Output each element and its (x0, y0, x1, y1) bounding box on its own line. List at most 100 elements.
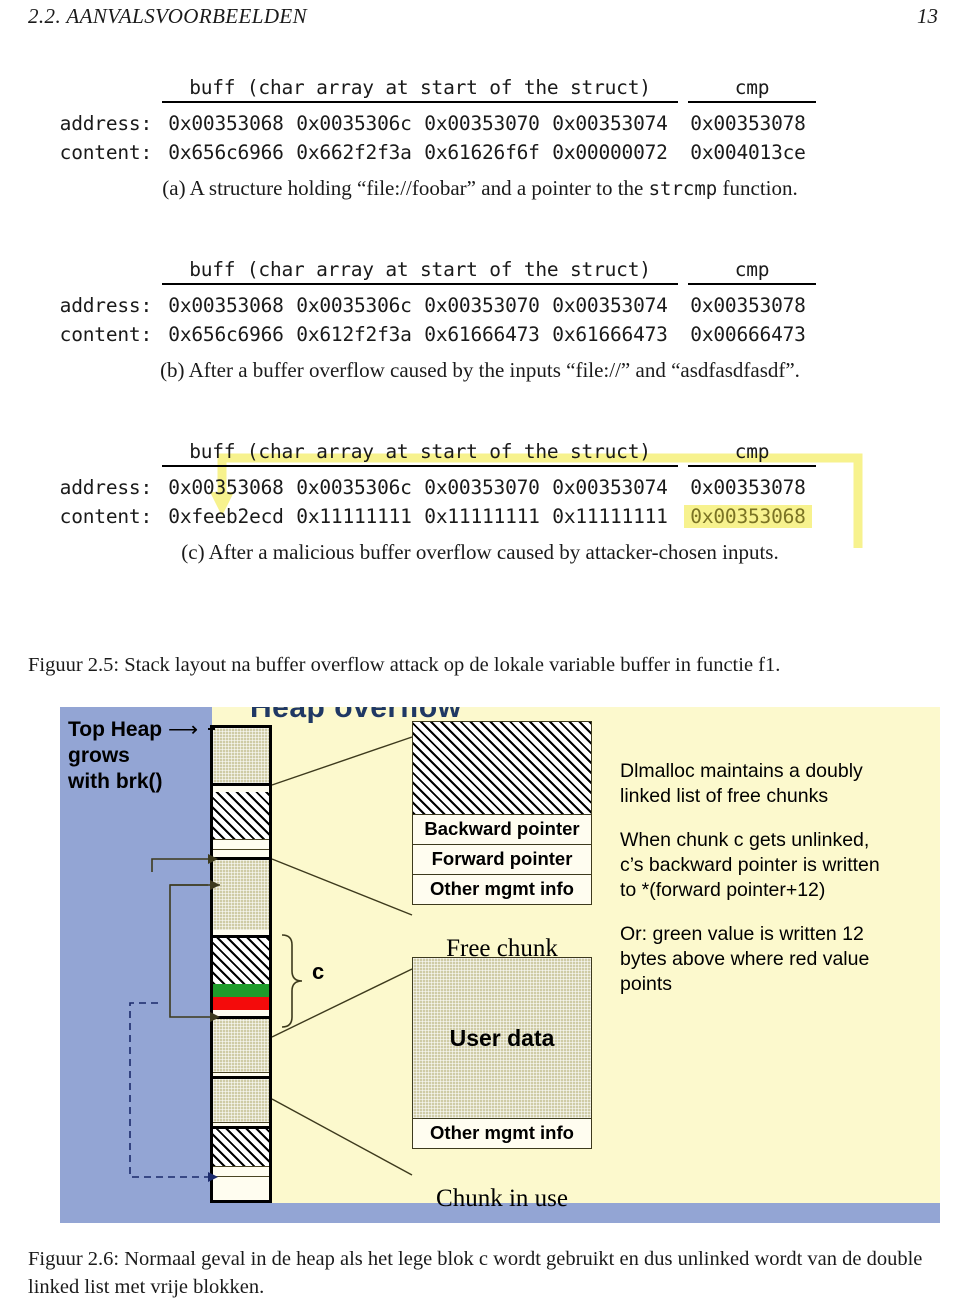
content-cell-cmp-highlighted: 0x00353068 (684, 505, 812, 528)
column-header-buff-a: buff (char array at start of the struct) (162, 76, 678, 103)
leader-line-inuse-bottom (271, 1098, 413, 1176)
subcaption-a-post: function. (717, 176, 798, 200)
inuse-chunk-userdata-area: User data (413, 958, 591, 1119)
content-cell: 0x612f2f3a (296, 323, 412, 346)
header-gap-c (678, 440, 688, 470)
address-cell: 0x0035306c (296, 112, 412, 135)
explanation-paragraph-1: Dlmalloc maintains a doubly linked list … (620, 760, 863, 807)
heap-block-red-forward-pointer (213, 997, 269, 1010)
heap-block-hatched (213, 1129, 269, 1167)
content-cell: 0x662f2f3a (296, 141, 412, 164)
inuse-chunk-userdata-label: User data (449, 1024, 555, 1051)
column-header-cmp-b: cmp (688, 258, 816, 285)
figure-2-6-slide: Heap overflow Top Heap ⟶ grows with brk(… (60, 707, 940, 1223)
top-heap-line2: grows (68, 744, 130, 768)
column-header-cmp-a: cmp (688, 76, 816, 103)
heap-block-userdata (213, 1019, 269, 1073)
running-section-title: 2.2. AANVALSVOORBEELDEN (28, 4, 308, 28)
subcaption-a-mono: strcmp (648, 178, 718, 200)
heap-block-ptr-slot (213, 1177, 269, 1187)
leader-line-free-top (271, 736, 413, 786)
content-cell: 0x00000072 (552, 141, 668, 164)
heap-block-userdata (213, 1079, 269, 1123)
subcaption-b: (b) After a buffer overflow caused by th… (0, 358, 960, 383)
address-cell: 0x00353068 (168, 112, 284, 135)
inuse-chunk-caption: Chunk in use (436, 1185, 568, 1212)
memory-panel-a: buff (char array at start of the struct)… (0, 76, 960, 201)
address-cell: 0x00353070 (424, 476, 540, 499)
free-chunk-hatched-area (413, 722, 591, 815)
figure-2-6-caption: Figuur 2.6: Normaal geval in de heap als… (28, 1248, 923, 1298)
heap-block-mgmt (213, 930, 269, 938)
slide-explanation-panel: Dlmalloc maintains a doubly linked list … (620, 759, 882, 1016)
memory-panel-c: buff (char array at start of the struct)… (0, 440, 960, 565)
column-header-buff-c: buff (char array at start of the struct) (162, 440, 678, 467)
address-cell: 0x00353074 (552, 112, 668, 135)
heap-block-userdata (213, 728, 269, 786)
row-label-address-b: address: (59, 294, 153, 317)
address-cell-cmp: 0x00353078 (690, 112, 806, 135)
content-cell-cmp: 0x004013ce (690, 141, 806, 164)
leader-line-inuse-top (271, 968, 413, 1038)
top-heap-line1: Top Heap (68, 718, 163, 741)
figure-2-5: buff (char array at start of the struct)… (0, 62, 960, 622)
content-cell: 0x61626f6f (424, 141, 540, 164)
heap-block-ptr-slot (213, 850, 269, 860)
free-chunk-diagram: Backward pointer Forward pointer Other m… (412, 721, 592, 905)
memory-panel-b: buff (char array at start of the struct)… (0, 258, 960, 383)
free-chunk-field-forward-pointer: Forward pointer (413, 845, 591, 875)
subcaption-a: (a) A structure holding “file://foobar” … (0, 176, 960, 201)
inuse-chunk-diagram: User data Other mgmt info (412, 957, 592, 1149)
row-label-content-b: content: (59, 323, 153, 346)
table-header-row-b: buff (char array at start of the struct)… (0, 258, 960, 288)
heap-block-green-backward-pointer (213, 984, 269, 997)
address-cell-cmp: 0x00353078 (690, 476, 806, 499)
address-row-c: address: 0x00353068 0x0035306c 0x0035307… (0, 476, 960, 499)
explanation-paragraph-2: When chunk c gets unlinked, c’s backward… (620, 828, 880, 901)
heap-block-ptr-slot (213, 1167, 269, 1177)
memory-table-c: buff (char array at start of the struct)… (0, 440, 960, 528)
subcaption-a-text: (a) A structure holding “file://foobar” … (162, 176, 649, 200)
free-chunk-field-backward-pointer: Backward pointer (413, 815, 591, 845)
column-header-cmp-c: cmp (688, 440, 816, 467)
chunk-c-label: c (312, 959, 325, 984)
figure-2-5-caption: Figuur 2.5: Stack layout na buffer overf… (28, 654, 781, 676)
content-cell-cmp: 0x00666473 (690, 323, 806, 346)
heap-block-c-mgmt (213, 1010, 269, 1019)
content-cell: 0x11111111 (296, 505, 412, 528)
content-cell: 0x656c6966 (168, 141, 284, 164)
address-cell: 0x0035306c (296, 476, 412, 499)
heap-block-c-hatched (213, 938, 269, 984)
right-arrow-icon: ⟶ (167, 718, 199, 741)
column-header-buff-b: buff (char array at start of the struct) (162, 258, 678, 285)
address-cell: 0x00353070 (424, 112, 540, 135)
address-cell: 0x00353074 (552, 476, 668, 499)
address-cell: 0x00353074 (552, 294, 668, 317)
content-row-b: content: 0x656c6966 0x612f2f3a 0x6166647… (0, 323, 960, 346)
heap-memory-column (210, 725, 272, 1203)
header-gap-a (678, 76, 688, 106)
page-header: 2.2. AANVALSVOORBEELDEN 13 (28, 4, 938, 34)
content-cell: 0x61666473 (552, 323, 668, 346)
memory-table-a: buff (char array at start of the struct)… (0, 76, 960, 164)
free-chunk-field-other-mgmt: Other mgmt info (430, 878, 574, 899)
subcaption-c: (c) After a malicious buffer overflow ca… (0, 540, 960, 565)
explanation-paragraph-3: Or: green value is written 12 bytes abov… (620, 922, 870, 995)
row-label-content-a: content: (59, 141, 153, 164)
address-cell: 0x0035306c (296, 294, 412, 317)
row-label-address-a: address: (59, 112, 153, 135)
address-cell: 0x00353070 (424, 294, 540, 317)
chunk-c-brace (281, 934, 303, 1028)
subcaption-c-text: (c) After a malicious buffer overflow ca… (181, 540, 779, 564)
address-cell: 0x00353068 (168, 294, 284, 317)
heap-block-ptr-slot (213, 840, 269, 850)
inuse-chunk-field-other-mgmt: Other mgmt info (430, 1122, 574, 1143)
content-cell: 0x11111111 (552, 505, 668, 528)
heap-block-hatched (213, 792, 269, 840)
table-header-row-c: buff (char array at start of the struct)… (0, 440, 960, 470)
top-heap-line3: with brk() (68, 770, 163, 794)
content-cell: 0xfeeb2ecd (168, 505, 284, 528)
address-row-a: address: 0x00353068 0x0035306c 0x0035307… (0, 112, 960, 135)
leader-line-free-bottom (271, 858, 413, 916)
page-number: 13 (917, 4, 938, 28)
